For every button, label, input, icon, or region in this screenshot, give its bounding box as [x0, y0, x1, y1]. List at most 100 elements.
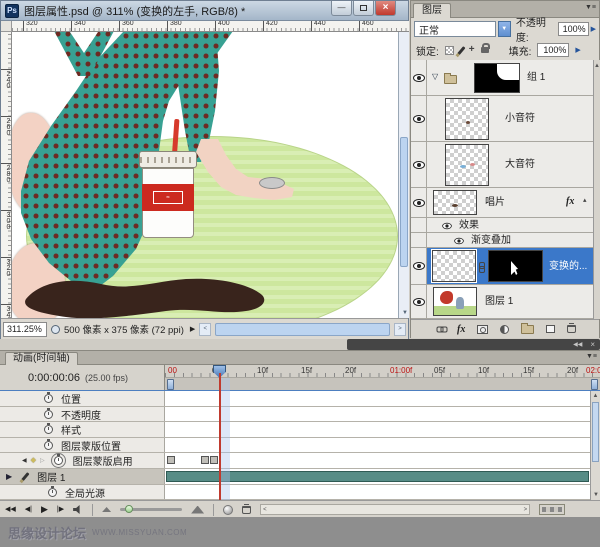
track-row-mask-enable[interactable]: 图层蒙版启用	[0, 453, 600, 469]
hscroll-left-arrow[interactable]	[199, 323, 211, 336]
keyframe-marker[interactable]	[167, 456, 175, 464]
timeline-horizontal-scrollbar[interactable]	[260, 504, 530, 515]
add-mask-icon[interactable]	[477, 325, 488, 334]
eye-icon[interactable]	[442, 223, 452, 229]
track-row-global-light[interactable]: 全局光源	[0, 485, 600, 500]
track-row-opacity[interactable]: 不透明度	[0, 407, 600, 422]
keyframe-diamond-icon[interactable]	[31, 457, 36, 464]
visibility-cell[interactable]	[411, 142, 427, 187]
tracks-vertical-scrollbar[interactable]	[590, 391, 600, 500]
tab-animation-timeline[interactable]: 动画(时间轴)	[5, 352, 78, 365]
fill-slider-icon[interactable]	[575, 47, 580, 54]
opacity-slider-icon[interactable]	[591, 26, 596, 33]
lock-paint-icon[interactable]	[457, 46, 465, 55]
panel-menu-icon[interactable]	[586, 353, 597, 360]
keyframe-marker[interactable]	[201, 456, 209, 464]
scroll-thumb[interactable]	[592, 402, 599, 462]
layer-row-group1[interactable]: 组 1	[411, 60, 593, 96]
minimize-button[interactable]	[331, 1, 352, 16]
group-expand-icon[interactable]	[432, 73, 438, 81]
fill-field[interactable]: 100%	[537, 43, 569, 57]
layer-row-record[interactable]: 唱片 fx	[411, 188, 593, 218]
scroll-down-icon[interactable]	[593, 492, 599, 498]
layer-row-big-note[interactable]: 大音符	[411, 142, 593, 188]
layer-name[interactable]: 图层 1	[485, 296, 513, 308]
layers-scrollbar[interactable]	[593, 60, 600, 319]
work-area-start-handle[interactable]	[167, 379, 174, 390]
visibility-cell[interactable]	[411, 285, 427, 318]
track-row-style[interactable]: 样式	[0, 422, 600, 438]
zoom-out-icon[interactable]	[102, 507, 111, 512]
delete-layer-icon[interactable]	[567, 325, 576, 333]
layer-fx-badge[interactable]: fx	[566, 196, 574, 207]
eye-icon[interactable]	[413, 74, 425, 82]
fx-collapse-icon[interactable]	[583, 197, 587, 204]
timeline-ruler[interactable]: 00 05f 10f 15f 20f 01:00f 05f 10f 15f 20…	[165, 365, 600, 378]
group-mask-thumbnail[interactable]	[474, 63, 520, 93]
layer-name[interactable]: 组 1	[527, 72, 545, 84]
next-frame-button[interactable]	[57, 506, 64, 513]
layer-thumbnail[interactable]	[445, 98, 489, 140]
blend-mode-select[interactable]: 正常	[414, 21, 496, 37]
scroll-up-icon[interactable]	[594, 63, 600, 69]
collapse-dock-icon[interactable]	[573, 342, 582, 348]
link-layers-icon[interactable]	[437, 326, 448, 332]
scroll-down-icon[interactable]	[402, 310, 408, 316]
layer-style-icon[interactable]: fx	[457, 324, 465, 335]
status-flyout-icon[interactable]	[190, 326, 195, 333]
canvas-vertical-scrollbar[interactable]	[398, 32, 409, 318]
scroll-left-icon[interactable]	[263, 507, 267, 513]
close-button[interactable]	[375, 1, 396, 16]
eye-icon[interactable]	[413, 161, 425, 169]
restore-button[interactable]	[353, 1, 374, 16]
delete-keyframe-icon[interactable]	[242, 506, 251, 514]
effects-row[interactable]: 效果	[411, 218, 593, 233]
play-button[interactable]	[41, 505, 48, 514]
eye-icon[interactable]	[413, 199, 425, 207]
timecode[interactable]: 0:00:00:06	[28, 372, 80, 384]
track-row-mask-position[interactable]: 图层蒙版位置	[0, 438, 600, 453]
keyframe-marker[interactable]	[210, 456, 218, 464]
layer-name[interactable]: 变换的...	[549, 261, 587, 273]
track-row-position[interactable]: 位置	[0, 391, 600, 407]
panel-menu-icon[interactable]	[585, 4, 596, 11]
visibility-cell[interactable]	[411, 96, 427, 141]
lock-transparency-icon[interactable]	[445, 46, 454, 55]
eye-icon[interactable]	[454, 238, 464, 244]
stopwatch-icon[interactable]	[44, 425, 53, 434]
gradient-overlay-label[interactable]: 渐变叠加	[471, 235, 511, 247]
scroll-right-icon[interactable]	[524, 507, 528, 513]
mask-thumbnail[interactable]	[488, 250, 543, 282]
eye-icon[interactable]	[413, 298, 425, 306]
onion-skin-icon[interactable]	[223, 505, 233, 515]
previous-frame-button[interactable]	[25, 506, 32, 513]
work-area-end-handle[interactable]	[591, 379, 598, 390]
zoom-in-icon[interactable]	[191, 506, 204, 514]
rewind-button[interactable]	[5, 506, 16, 513]
layer-name[interactable]: 唱片	[485, 197, 505, 209]
opacity-field[interactable]: 100%	[558, 22, 588, 36]
blend-mode-dropdown-icon[interactable]	[498, 21, 511, 37]
eye-icon[interactable]	[413, 115, 425, 123]
lock-all-icon[interactable]	[481, 47, 489, 53]
stopwatch-icon-active[interactable]	[54, 456, 63, 465]
scroll-up-icon[interactable]	[593, 393, 599, 399]
layer-row-transformed[interactable]: 变换的...	[411, 248, 593, 285]
adjustment-layer-icon[interactable]	[500, 325, 509, 334]
prev-keyframe-icon[interactable]	[22, 458, 27, 464]
close-dock-icon[interactable]	[590, 341, 595, 349]
canvas[interactable]: ≈	[12, 32, 398, 318]
stopwatch-icon[interactable]	[44, 410, 53, 419]
layer-thumbnail[interactable]	[433, 190, 477, 215]
visibility-cell[interactable]	[411, 248, 427, 284]
layer-row-small-note[interactable]: 小音符	[411, 96, 593, 142]
canvas-horizontal-scrollbar[interactable]	[215, 323, 390, 336]
layer-name[interactable]: 小音符	[505, 113, 535, 125]
visibility-cell[interactable]	[411, 60, 427, 95]
new-layer-icon[interactable]	[546, 325, 555, 333]
next-keyframe-icon[interactable]	[40, 458, 45, 464]
title-bar[interactable]: Ps 图层属性.psd @ 311% (变换的左手, RGB/8) *	[1, 1, 408, 21]
timeline-zoom-slider[interactable]	[120, 508, 182, 511]
hscroll-right-arrow[interactable]	[394, 323, 406, 336]
lock-move-icon[interactable]	[469, 45, 475, 55]
